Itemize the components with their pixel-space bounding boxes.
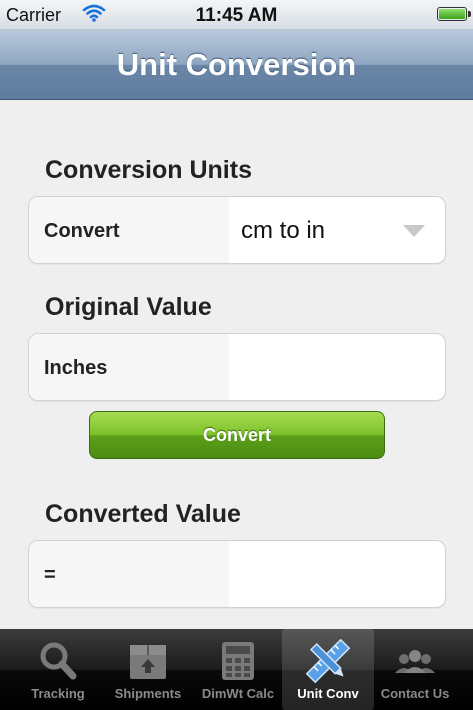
conversion-units-heading: Conversion Units <box>45 156 252 184</box>
tab-bar: Tracking Shipments DimWt Calc Unit Conv … <box>0 629 473 710</box>
converted-value-label-cell <box>29 541 229 607</box>
tab-label: Unit Conv <box>297 686 359 701</box>
box-icon <box>125 639 171 683</box>
convert-button[interactable]: Convert <box>89 411 385 459</box>
converted-value-heading: Converted Value <box>45 500 241 528</box>
tab-shipments[interactable]: Shipments <box>102 629 194 710</box>
original-value-field: Inches <box>28 333 446 401</box>
calculator-icon <box>215 639 261 683</box>
tab-label: Shipments <box>114 686 182 701</box>
converted-value-label: = <box>44 564 56 586</box>
converted-value-field: = <box>28 540 446 608</box>
tab-label: Contact Us <box>380 686 450 701</box>
chevron-down-icon <box>403 225 425 237</box>
tab-dimwt-calc[interactable]: DimWt Calc <box>192 629 284 710</box>
ruler-pencil-icon <box>305 638 351 684</box>
page-title: Unit Conversion <box>116 47 357 82</box>
original-value-heading: Original Value <box>45 293 212 321</box>
battery-icon <box>437 7 471 21</box>
tab-tracking[interactable]: Tracking <box>12 629 104 710</box>
original-value-label: Inches <box>44 357 108 379</box>
tab-label: DimWt Calc <box>201 686 275 701</box>
unit-select-value: cm to in <box>241 217 326 244</box>
tab-label: Tracking <box>31 686 85 701</box>
magnifier-icon <box>35 639 81 683</box>
clock: 11:45 AM <box>195 5 278 26</box>
tab-unit-conv[interactable]: Unit Conv <box>282 629 374 710</box>
tab-contact-us[interactable]: Contact Us <box>369 629 461 710</box>
original-value-input[interactable] <box>229 334 445 400</box>
unit-select[interactable]: Convert cm to in <box>28 196 446 264</box>
navigation-bar: Unit Conversion <box>0 30 473 100</box>
status-bar: Carrier 11:45 AM <box>0 0 473 30</box>
unit-select-label: Convert <box>44 220 120 242</box>
people-icon <box>392 639 438 683</box>
